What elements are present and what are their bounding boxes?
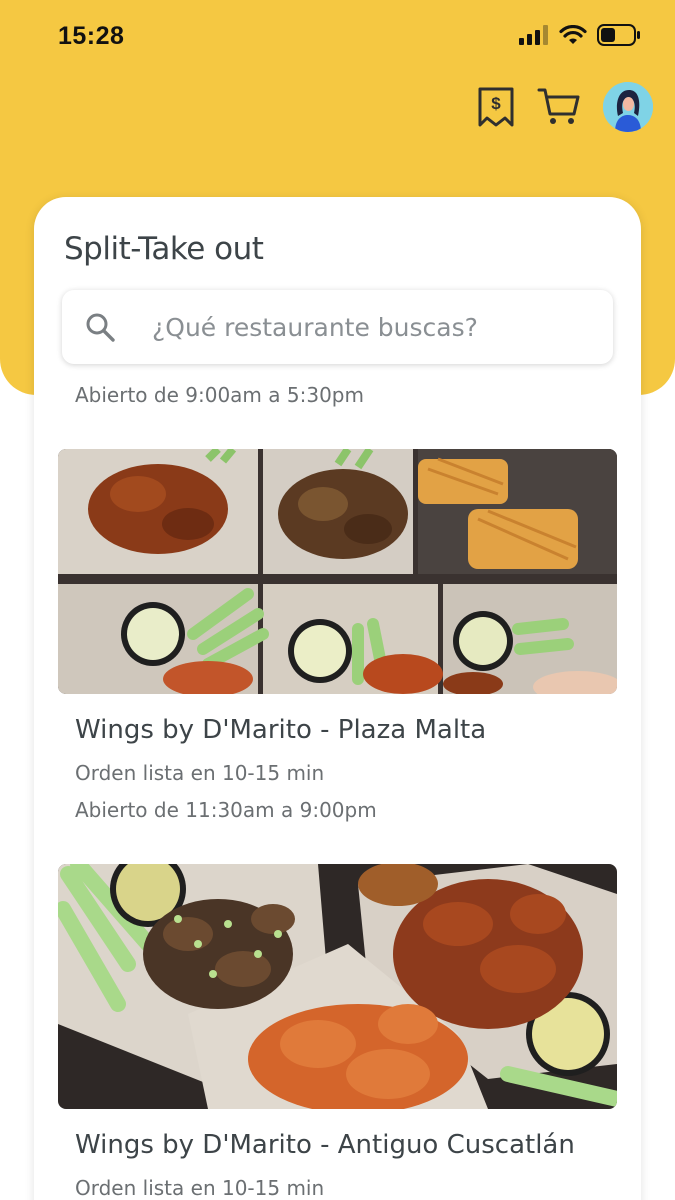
restaurant-image[interactable] bbox=[58, 449, 617, 694]
cart-button[interactable] bbox=[537, 87, 581, 127]
restaurant-hours: Abierto de 11:30am a 9:00pm bbox=[75, 798, 377, 822]
restaurant-card: Split-Take out Abierto de 9:00am a 5:30p… bbox=[34, 197, 641, 1200]
svg-text:$: $ bbox=[491, 94, 501, 113]
restaurant-hours: Abierto de 9:00am a 5:30pm bbox=[75, 383, 364, 407]
cart-icon bbox=[537, 88, 580, 124]
restaurant-ready-time: Orden lista en 10-15 min bbox=[75, 761, 325, 785]
search-icon bbox=[86, 313, 115, 342]
battery-icon bbox=[597, 24, 640, 46]
restaurant-image[interactable] bbox=[58, 864, 617, 1109]
status-bar: 15:28 bbox=[0, 0, 675, 76]
receipts-button[interactable]: $ bbox=[477, 86, 515, 128]
status-time: 15:28 bbox=[58, 22, 125, 50]
page-title: Split-Take out bbox=[64, 231, 264, 267]
wings-platter-photo bbox=[58, 449, 617, 694]
header-actions: $ bbox=[477, 82, 653, 132]
status-icons bbox=[519, 24, 641, 46]
search-input[interactable] bbox=[152, 290, 592, 364]
user-avatar-icon bbox=[603, 82, 653, 132]
wings-platter-photo bbox=[58, 864, 617, 1109]
search-box[interactable] bbox=[62, 290, 613, 364]
restaurant-name[interactable]: Wings by D'Marito - Plaza Malta bbox=[75, 715, 486, 745]
restaurant-ready-time: Orden lista en 10-15 min bbox=[75, 1176, 325, 1200]
wifi-icon bbox=[559, 25, 587, 44]
receipt-dollar-icon: $ bbox=[478, 87, 514, 127]
avatar[interactable] bbox=[603, 82, 653, 132]
signal-icon bbox=[519, 25, 548, 45]
restaurant-name[interactable]: Wings by D'Marito - Antiguo Cuscatlán bbox=[75, 1130, 575, 1160]
